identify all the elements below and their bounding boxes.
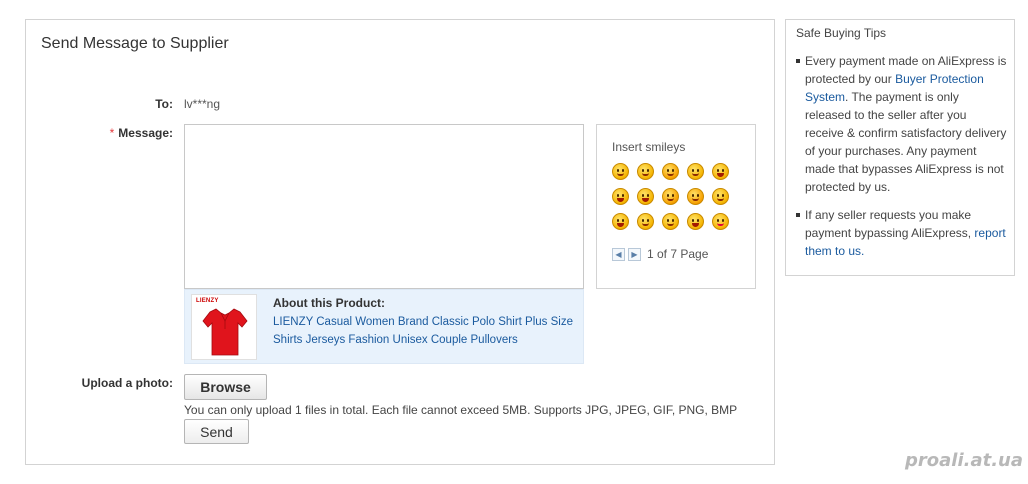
product-info: LIENZY About this Product: LIENZY Casual… [184,289,584,364]
smiley-heart-eyes-icon[interactable] [712,213,729,230]
smiley-grid [612,163,742,230]
message-label: * Message: [53,126,173,140]
thumb-brand: LIENZY [196,298,219,304]
to-label: To: [155,97,173,111]
upload-note: You can only upload 1 files in total. Ea… [184,403,738,417]
smiley-laugh2-icon[interactable] [612,213,629,230]
smiley-shy-icon[interactable] [662,188,679,205]
smiley-smile-icon[interactable] [612,163,629,180]
safe-buying-tips-panel: Safe Buying Tips Every payment made on A… [785,19,1015,276]
smiley-cry-laugh-icon[interactable] [637,188,654,205]
tips-list: Every payment made on AliExpress is prot… [796,52,1008,270]
product-thumbnail[interactable]: LIENZY [191,294,257,360]
polo-shirt-icon [202,308,248,356]
send-button[interactable]: Send [184,419,249,444]
smiley-blush-icon[interactable] [687,188,704,205]
smiley-panel: Insert smileys ◀ ▶ 1 of 7 Page [596,124,756,289]
tip-text: If any seller requests you make payment … [805,208,975,240]
smiley-grin-icon[interactable] [687,163,704,180]
tip-item: Every payment made on AliExpress is prot… [796,52,1008,196]
tips-title: Safe Buying Tips [796,26,887,40]
message-textarea[interactable] [184,124,584,289]
about-product-title: About this Product: [273,296,385,310]
smiley-tongue-icon[interactable] [662,163,679,180]
smiley-wink-icon[interactable] [637,163,654,180]
smiley-giggle-icon[interactable] [637,213,654,230]
tip-text: . The payment is only released to the se… [805,90,1007,194]
watermark: proali.at.ua [905,450,1024,471]
browse-button[interactable]: Browse [184,374,267,400]
arrow-left-icon[interactable]: ◀ [612,247,625,261]
send-message-panel: Send Message to Supplier To: lv***ng * Me… [25,19,775,465]
panel-title: Send Message to Supplier [41,35,229,52]
recipient-name: lv***ng [184,97,221,111]
smiley-squint-icon[interactable] [662,213,679,230]
required-mark: * [109,126,115,140]
product-link[interactable]: LIENZY Casual Women Brand Classic Polo S… [273,313,583,349]
pager-text: 1 of 7 Page [647,247,709,261]
upload-label: Upload a photo: [81,376,173,390]
smiley-laugh-icon[interactable] [712,163,729,180]
message-label-text: Message: [118,126,173,140]
tip-item: If any seller requests you make payment … [796,206,1008,260]
arrow-right-icon[interactable]: ▶ [628,247,641,261]
smiley-surprised-icon[interactable] [687,213,704,230]
smiley-big-grin-icon[interactable] [612,188,629,205]
smiley-pager: ◀ ▶ 1 of 7 Page [612,247,708,261]
smiley-kiss-icon[interactable] [712,188,729,205]
smiley-title: Insert smileys [612,140,686,154]
